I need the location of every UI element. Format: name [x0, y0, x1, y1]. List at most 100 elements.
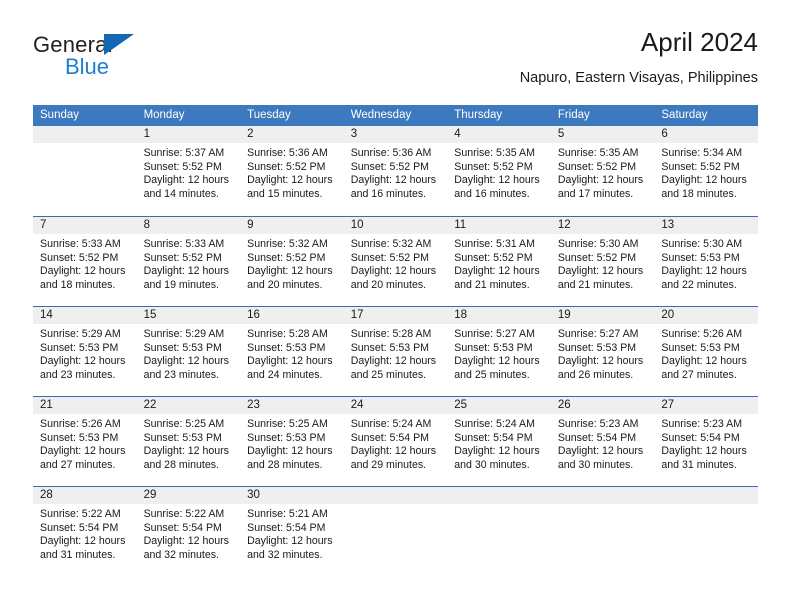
daylight-duration-line1: Daylight: 12 hours — [143, 174, 229, 187]
day-details: Sunrise: 5:35 AM Sunset: 5:52 PM Daylight:… — [447, 143, 551, 201]
day-number — [33, 126, 137, 143]
daylight-duration-line2: and 29 minutes. — [350, 458, 427, 471]
day-cell-20[interactable]: 20 Sunrise: 5:26 AM Sunset: 5:53 PM Dayligh… — [654, 306, 758, 396]
day-details: Sunrise: 5:33 AM Sunset: 5:52 PM Daylight:… — [33, 234, 137, 292]
sunrise-time: Sunrise: 5:35 AM — [557, 147, 639, 159]
day-cell-18[interactable]: 18 Sunrise: 5:27 AM Sunset: 5:53 PM Dayligh… — [447, 306, 551, 396]
sunrise-time: Sunrise: 5:24 AM — [454, 418, 535, 430]
calendar-day-cell — [654, 486, 758, 576]
day-cell-12[interactable]: 12 Sunrise: 5:30 AM Sunset: 5:52 PM Dayligh… — [550, 216, 655, 306]
calendar-day-cell: 13 Sunrise: 5:30 AM Sunset: 5:53 PM Dayligh… — [654, 216, 758, 306]
daylight-duration-line1: Daylight: 12 hours — [40, 355, 126, 368]
day-number — [447, 487, 551, 504]
day-cell-26[interactable]: 26 Sunrise: 5:23 AM Sunset: 5:54 PM Dayligh… — [550, 396, 655, 486]
daylight-duration-line1: Daylight: 12 hours — [247, 355, 333, 368]
daylight-duration-line2: and 32 minutes. — [143, 548, 219, 561]
day-cell-1[interactable]: 1 Sunrise: 5:37 AM Sunset: 5:52 PM Daylight… — [136, 126, 241, 216]
day-number: 6 — [654, 126, 758, 143]
day-cell-23[interactable]: 23 Sunrise: 5:25 AM Sunset: 5:53 PM Dayligh… — [240, 396, 344, 486]
day-number: 24 — [343, 397, 448, 414]
day-cell-30[interactable]: 30 Sunrise: 5:21 AM Sunset: 5:54 PM Dayligh… — [240, 486, 344, 576]
daylight-duration-line1: Daylight: 12 hours — [557, 265, 644, 278]
daylight-duration-line1: Daylight: 12 hours — [557, 355, 644, 368]
day-cell-8[interactable]: 8 Sunrise: 5:33 AM Sunset: 5:52 PM Daylight… — [136, 216, 241, 306]
day-details: Sunrise: 5:24 AM Sunset: 5:54 PM Daylight:… — [344, 414, 448, 472]
daylight-duration-line1: Daylight: 12 hours — [143, 535, 229, 548]
sunset-time: Sunset: 5:54 PM — [40, 521, 119, 534]
calendar-week-row: 21 Sunrise: 5:26 AM Sunset: 5:53 PM Dayligh… — [33, 396, 758, 486]
day-number: 4 — [447, 126, 551, 143]
day-cell-3[interactable]: 3 Sunrise: 5:36 AM Sunset: 5:52 PM Daylight… — [343, 126, 448, 216]
sunrise-time: Sunrise: 5:26 AM — [661, 328, 743, 340]
daylight-duration-line2: and 27 minutes. — [661, 368, 737, 381]
day-cell-17[interactable]: 17 Sunrise: 5:28 AM Sunset: 5:53 PM Dayligh… — [343, 306, 448, 396]
sunrise-time: Sunrise: 5:21 AM — [247, 508, 328, 520]
day-number — [343, 487, 448, 504]
daylight-duration-line1: Daylight: 12 hours — [350, 265, 437, 278]
sunset-time: Sunset: 5:54 PM — [454, 431, 533, 444]
daylight-duration-line2: and 22 minutes. — [661, 278, 737, 291]
day-details: Sunrise: 5:26 AM Sunset: 5:53 PM Daylight:… — [33, 414, 137, 472]
day-cell-21[interactable]: 21 Sunrise: 5:26 AM Sunset: 5:53 PM Dayligh… — [33, 396, 137, 486]
sunset-time: Sunset: 5:52 PM — [454, 160, 533, 173]
day-cell-11[interactable]: 11 Sunrise: 5:31 AM Sunset: 5:52 PM Dayligh… — [447, 216, 551, 306]
sunset-time: Sunset: 5:52 PM — [350, 251, 430, 264]
day-cell-25[interactable]: 25 Sunrise: 5:24 AM Sunset: 5:54 PM Dayligh… — [447, 396, 551, 486]
day-cell-22[interactable]: 22 Sunrise: 5:25 AM Sunset: 5:53 PM Dayligh… — [136, 396, 241, 486]
day-cell-28[interactable]: 28 Sunrise: 5:22 AM Sunset: 5:54 PM Dayligh… — [33, 486, 137, 576]
daylight-duration-line1: Daylight: 12 hours — [143, 355, 229, 368]
calendar-day-cell: 22 Sunrise: 5:25 AM Sunset: 5:53 PM Dayligh… — [136, 396, 241, 486]
daylight-duration-line1: Daylight: 12 hours — [247, 174, 333, 187]
calendar-day-cell: 9 Sunrise: 5:32 AM Sunset: 5:52 PM Daylight… — [240, 216, 344, 306]
daylight-duration-line1: Daylight: 12 hours — [661, 445, 747, 458]
day-cell-16[interactable]: 16 Sunrise: 5:28 AM Sunset: 5:53 PM Dayligh… — [240, 306, 344, 396]
day-cell-9[interactable]: 9 Sunrise: 5:32 AM Sunset: 5:52 PM Daylight… — [240, 216, 344, 306]
day-number: 29 — [136, 487, 241, 504]
daylight-duration-line2: and 26 minutes. — [557, 368, 634, 381]
day-cell-2[interactable]: 2 Sunrise: 5:36 AM Sunset: 5:52 PM Daylight… — [240, 126, 344, 216]
day-details: Sunrise: 5:27 AM Sunset: 5:53 PM Daylight:… — [447, 324, 551, 382]
calendar-day-cell: 7 Sunrise: 5:33 AM Sunset: 5:52 PM Daylight… — [33, 216, 137, 306]
calendar-page: General Blue April 2024 Napuro, Eastern … — [0, 0, 792, 612]
calendar-day-cell: 2 Sunrise: 5:36 AM Sunset: 5:52 PM Daylight… — [240, 126, 344, 216]
day-cell-29[interactable]: 29 Sunrise: 5:22 AM Sunset: 5:54 PM Dayligh… — [136, 486, 241, 576]
day-cell-4[interactable]: 4 Sunrise: 5:35 AM Sunset: 5:52 PM Daylight… — [447, 126, 551, 216]
day-number: 15 — [136, 307, 241, 324]
calendar-day-cell: 27 Sunrise: 5:23 AM Sunset: 5:54 PM Dayligh… — [654, 396, 758, 486]
sunrise-time: Sunrise: 5:22 AM — [143, 508, 225, 520]
day-details: Sunrise: 5:24 AM Sunset: 5:54 PM Daylight:… — [447, 414, 551, 472]
sunrise-time: Sunrise: 5:30 AM — [661, 238, 743, 250]
daylight-duration-line1: Daylight: 12 hours — [143, 265, 229, 278]
day-cell-13[interactable]: 13 Sunrise: 5:30 AM Sunset: 5:53 PM Dayligh… — [654, 216, 758, 306]
daylight-duration-line1: Daylight: 12 hours — [143, 445, 229, 458]
day-cell-14[interactable]: 14 Sunrise: 5:29 AM Sunset: 5:53 PM Dayligh… — [33, 306, 137, 396]
day-cell-10[interactable]: 10 Sunrise: 5:32 AM Sunset: 5:52 PM Dayligh… — [343, 216, 448, 306]
day-cell-15[interactable]: 15 Sunrise: 5:29 AM Sunset: 5:53 PM Dayligh… — [136, 306, 241, 396]
day-cell-7[interactable]: 7 Sunrise: 5:33 AM Sunset: 5:52 PM Daylight… — [33, 216, 137, 306]
calendar-day-cell: 10 Sunrise: 5:32 AM Sunset: 5:52 PM Dayligh… — [343, 216, 448, 306]
calendar-day-cell: 5 Sunrise: 5:35 AM Sunset: 5:52 PM Daylight… — [550, 126, 655, 216]
daylight-duration-line2: and 17 minutes. — [557, 187, 634, 200]
day-details: Sunrise: 5:34 AM Sunset: 5:52 PM Daylight:… — [654, 143, 758, 201]
day-cell-24[interactable]: 24 Sunrise: 5:24 AM Sunset: 5:54 PM Dayligh… — [343, 396, 448, 486]
daylight-duration-line2: and 30 minutes. — [557, 458, 634, 471]
sunrise-time: Sunrise: 5:27 AM — [454, 328, 535, 340]
calendar-day-cell — [343, 486, 448, 576]
day-details: Sunrise: 5:29 AM Sunset: 5:53 PM Daylight:… — [137, 324, 241, 382]
title-block: April 2024 Napuro, Eastern Visayas, Phil… — [520, 26, 758, 88]
day-cell-5[interactable]: 5 Sunrise: 5:35 AM Sunset: 5:52 PM Daylight… — [550, 126, 655, 216]
day-number: 22 — [136, 397, 241, 414]
page-subtitle: Napuro, Eastern Visayas, Philippines — [519, 70, 758, 86]
day-cell-6[interactable]: 6 Sunrise: 5:34 AM Sunset: 5:52 PM Daylight… — [654, 126, 758, 216]
day-cell-27[interactable]: 27 Sunrise: 5:23 AM Sunset: 5:54 PM Dayligh… — [654, 396, 758, 486]
daylight-duration-line2: and 31 minutes. — [40, 548, 116, 561]
day-cell-19[interactable]: 19 Sunrise: 5:27 AM Sunset: 5:53 PM Dayligh… — [550, 306, 655, 396]
day-number: 7 — [33, 217, 137, 234]
daylight-duration-line1: Daylight: 12 hours — [350, 174, 437, 187]
calendar-day-cell: 19 Sunrise: 5:27 AM Sunset: 5:53 PM Dayligh… — [550, 306, 655, 396]
calendar-day-cell: 21 Sunrise: 5:26 AM Sunset: 5:53 PM Dayligh… — [33, 396, 137, 486]
calendar-day-cell: 29 Sunrise: 5:22 AM Sunset: 5:54 PM Dayligh… — [136, 486, 241, 576]
weekday-header-tuesday: Tuesday — [240, 105, 344, 126]
sunrise-time: Sunrise: 5:31 AM — [454, 238, 535, 250]
calendar-day-cell: 25 Sunrise: 5:24 AM Sunset: 5:54 PM Dayligh… — [447, 396, 551, 486]
